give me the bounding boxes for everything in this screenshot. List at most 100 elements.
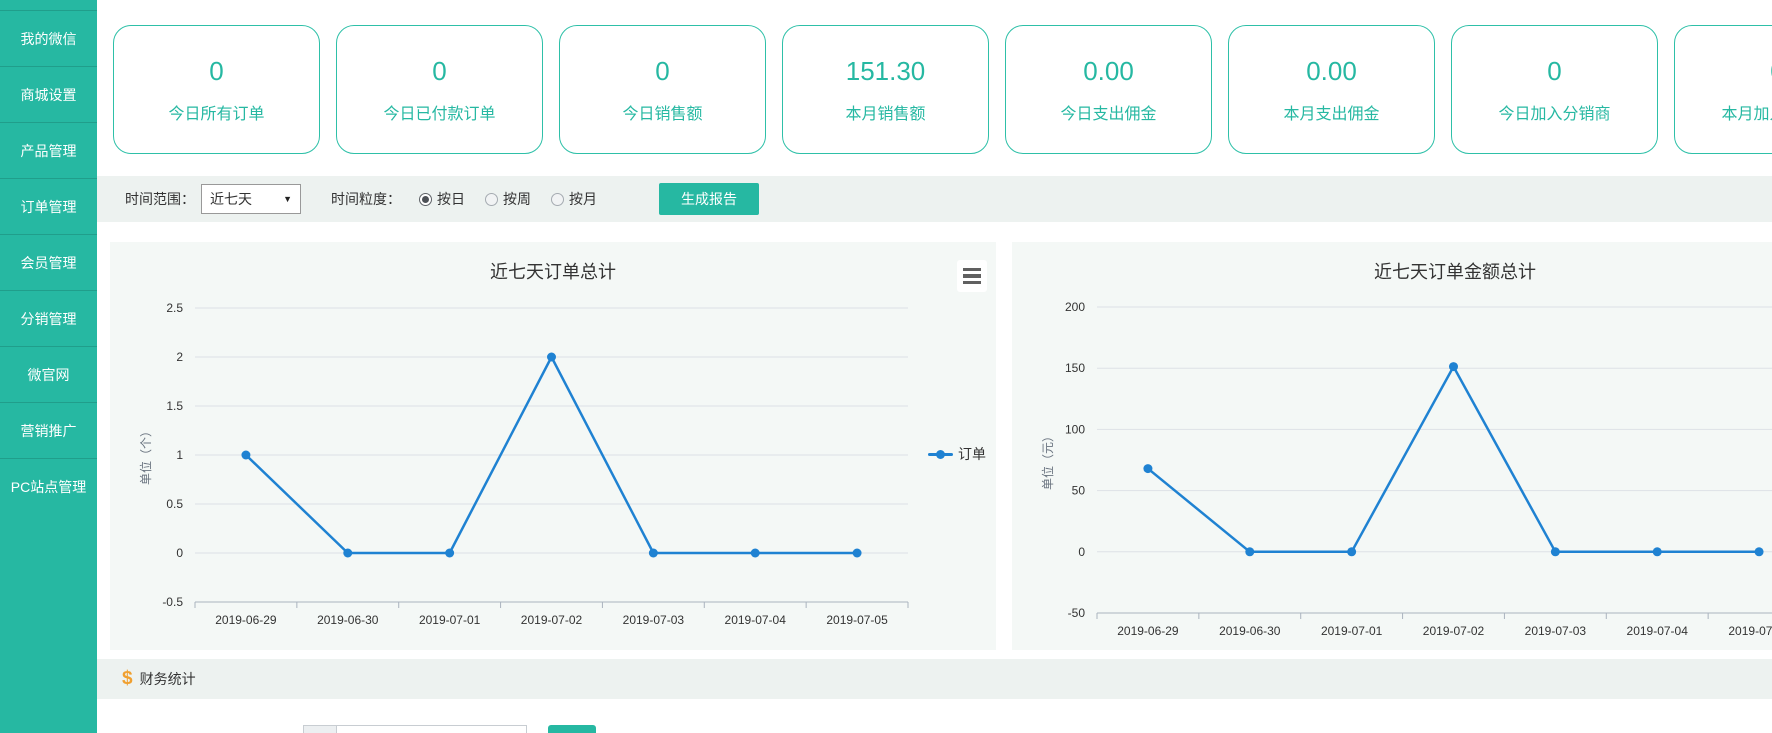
- svg-text:0: 0: [176, 546, 183, 560]
- sidebar-item-label: 商城设置: [21, 85, 77, 105]
- stat-label: 今日加入分销商: [1498, 100, 1610, 124]
- stat-value: 0: [1547, 56, 1561, 87]
- chart-title: 近七天订单金额总计: [1012, 258, 1772, 284]
- stat-card-today-sales: 0 今日销售额: [559, 25, 766, 154]
- stat-card-month-distributors: 0 本月加入分销商: [1674, 25, 1772, 154]
- svg-text:1: 1: [176, 448, 183, 462]
- stat-card-today-orders: 0 今日所有订单: [113, 25, 320, 154]
- sidebar-item-label: 微官网: [28, 365, 70, 385]
- radio-dot-icon: [551, 193, 564, 206]
- time-range-select[interactable]: 近七天 ▼: [201, 184, 301, 214]
- radio-dot-icon: [485, 193, 498, 206]
- svg-text:2019-07-01: 2019-07-01: [1321, 624, 1383, 638]
- chart-title: 近七天订单总计: [110, 258, 996, 284]
- svg-text:2019-07-03: 2019-07-03: [1525, 624, 1587, 638]
- svg-text:2: 2: [176, 350, 183, 364]
- sidebar-item-micro-site[interactable]: 微官网: [0, 346, 97, 402]
- sidebar-item-label: 营销推广: [21, 421, 77, 441]
- stat-value: 0.00: [1306, 56, 1357, 87]
- granularity-label: 时间粒度：: [331, 189, 401, 209]
- svg-text:2019-06-30: 2019-06-30: [1219, 624, 1281, 638]
- stat-label: 今日已付款订单: [383, 100, 495, 124]
- sidebar-item-label: 分销管理: [21, 309, 77, 329]
- finance-search-button[interactable]: [548, 725, 596, 733]
- svg-text:2019-07-05: 2019-07-05: [1728, 624, 1772, 638]
- svg-text:2019-07-05: 2019-07-05: [826, 613, 888, 627]
- radio-label: 按周: [503, 189, 531, 209]
- stat-value: 0.00: [1083, 56, 1134, 87]
- radio-label: 按日: [437, 189, 465, 209]
- radio-by-month[interactable]: 按月: [551, 189, 597, 209]
- stat-value: 151.30: [846, 56, 926, 87]
- stat-label: 今日销售额: [622, 100, 702, 124]
- sidebar-item-shop-settings[interactable]: 商城设置: [0, 66, 97, 122]
- svg-text:2019-06-29: 2019-06-29: [215, 613, 277, 627]
- chart-toolbox-menu-icon[interactable]: [957, 260, 987, 292]
- stat-label: 今日所有订单: [168, 100, 264, 124]
- svg-text:2019-07-01: 2019-07-01: [419, 613, 481, 627]
- svg-text:单位（个）: 单位（个）: [138, 425, 153, 485]
- time-range-value: 近七天: [210, 189, 252, 209]
- finance-filter-input[interactable]: [336, 725, 527, 733]
- stat-card-today-distributors: 0 今日加入分销商: [1451, 25, 1658, 154]
- svg-text:-0.5: -0.5: [162, 595, 183, 609]
- stat-label: 本月支出佣金: [1283, 100, 1379, 124]
- orders-amount-chart-panel: -500501001502002019-06-292019-06-302019-…: [1012, 242, 1772, 650]
- chevron-down-icon: ▼: [283, 194, 292, 204]
- dashboard-page: 我的微信 商城设置 产品管理 订单管理 会员管理 分销管理 微官网 营销推广 P…: [0, 0, 1772, 733]
- stat-value: 0: [432, 56, 446, 87]
- stat-label: 本月加入分销商: [1721, 100, 1772, 124]
- svg-text:单位（元）: 单位（元）: [1040, 430, 1055, 490]
- sidebar-item-label: PC站点管理: [11, 477, 86, 497]
- radio-by-week[interactable]: 按周: [485, 189, 531, 209]
- svg-text:0.5: 0.5: [166, 497, 183, 511]
- svg-text:2019-06-30: 2019-06-30: [317, 613, 379, 627]
- sidebar-spacer: [0, 0, 97, 10]
- orders-amount-line-chart: -500501001502002019-06-292019-06-302019-…: [1012, 242, 1772, 650]
- orders-count-chart-panel: -0.5 0 0.5 1 1.5 2 2.5 2019-06-29 2019-06-30 2019…: [110, 242, 996, 650]
- sidebar-item-distribution-management[interactable]: 分销管理: [0, 290, 97, 346]
- stat-card-today-commission: 0.00 今日支出佣金: [1005, 25, 1212, 154]
- radio-label: 按月: [569, 189, 597, 209]
- sidebar-item-member-management[interactable]: 会员管理: [0, 234, 97, 290]
- finance-section-header: $ 财务统计: [97, 659, 1772, 699]
- sidebar-item-label: 我的微信: [21, 29, 77, 49]
- sidebar: 我的微信 商城设置 产品管理 订单管理 会员管理 分销管理 微官网 营销推广 P…: [0, 0, 97, 733]
- svg-text:2019-07-03: 2019-07-03: [623, 613, 685, 627]
- stat-card-month-sales: 151.30 本月销售额: [782, 25, 989, 154]
- filter-bar: 时间范围： 近七天 ▼ 时间粒度： 按日 按周 按月 生成报告: [97, 176, 1772, 222]
- sidebar-item-label: 订单管理: [21, 197, 77, 217]
- sidebar-item-label: 会员管理: [21, 253, 77, 273]
- time-range-label: 时间范围：: [125, 189, 195, 209]
- svg-text:50: 50: [1072, 484, 1086, 498]
- svg-text:200: 200: [1065, 300, 1085, 314]
- svg-text:2.5: 2.5: [166, 301, 183, 315]
- svg-text:0: 0: [1078, 545, 1085, 559]
- svg-text:-50: -50: [1068, 606, 1086, 620]
- stat-cards-row: 0 今日所有订单 0 今日已付款订单 0 今日销售额 151.30 本月销售额 …: [113, 25, 1772, 154]
- legend-label: 订单: [958, 444, 986, 464]
- sidebar-item-order-management[interactable]: 订单管理: [0, 178, 97, 234]
- sidebar-item-my-wechat[interactable]: 我的微信: [0, 10, 97, 66]
- finance-title: 财务统计: [140, 669, 196, 689]
- svg-text:100: 100: [1065, 422, 1085, 436]
- stat-value: 0: [655, 56, 669, 87]
- legend-line-marker-icon: [928, 453, 953, 456]
- stat-card-today-paid-orders: 0 今日已付款订单: [336, 25, 543, 154]
- stat-value: 0: [209, 56, 223, 87]
- sidebar-item-marketing[interactable]: 营销推广: [0, 402, 97, 458]
- sidebar-item-product-management[interactable]: 产品管理: [0, 122, 97, 178]
- sidebar-item-pc-site-management[interactable]: PC站点管理: [0, 458, 97, 514]
- sidebar-item-label: 产品管理: [21, 141, 77, 161]
- generate-report-button[interactable]: 生成报告: [659, 183, 759, 215]
- svg-text:2019-07-04: 2019-07-04: [725, 613, 787, 627]
- stat-label: 今日支出佣金: [1060, 100, 1156, 124]
- radio-by-day[interactable]: 按日: [419, 189, 465, 209]
- svg-text:1.5: 1.5: [166, 399, 183, 413]
- chart-legend-orders[interactable]: 订单: [928, 444, 986, 464]
- svg-text:2019-07-04: 2019-07-04: [1627, 624, 1689, 638]
- svg-text:2019-07-02: 2019-07-02: [521, 613, 583, 627]
- svg-text:2019-07-02: 2019-07-02: [1423, 624, 1485, 638]
- orders-count-line-chart: -0.5 0 0.5 1 1.5 2 2.5 2019-06-29 2019-06-30 2019…: [110, 242, 996, 650]
- stat-card-month-commission: 0.00 本月支出佣金: [1228, 25, 1435, 154]
